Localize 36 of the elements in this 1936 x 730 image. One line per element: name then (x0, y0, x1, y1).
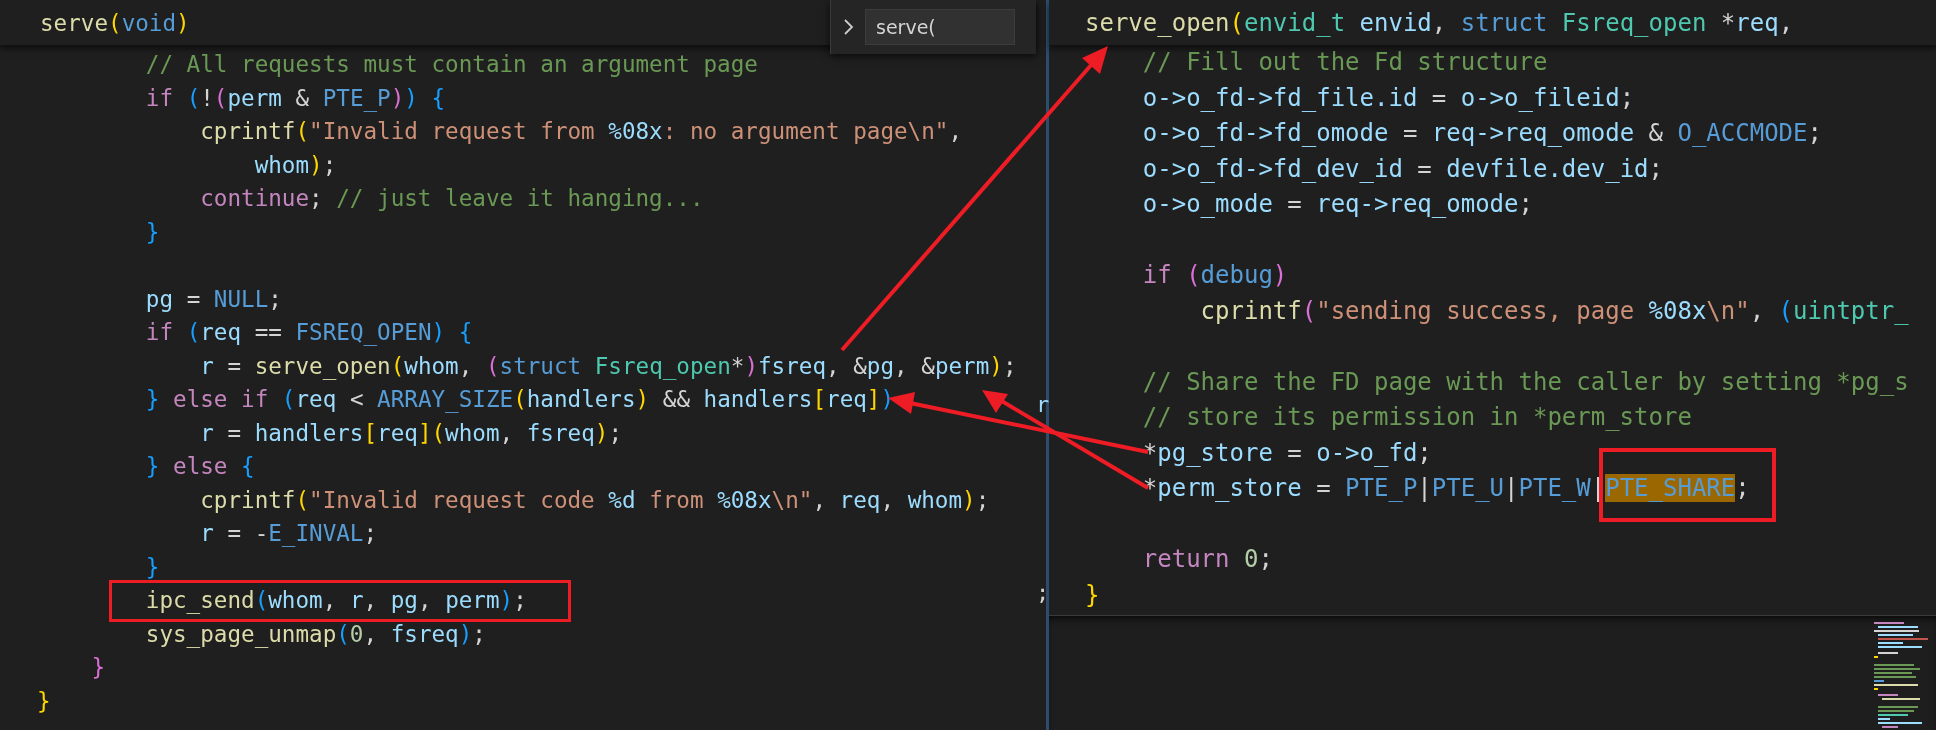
code-line: } (37, 686, 51, 716)
code-line: if (debug) (1142, 260, 1288, 291)
code-line: } (91, 653, 105, 682)
code-line: ipc_send(whom, r, pg, perm); (145, 586, 528, 616)
code-line: // Share the FD page with the caller by setting *pg_s (1142, 366, 1909, 398)
code-line: r = serve_open(whom, (struct Fsreq_open*)fsreq, &pg, &perm); (200, 351, 1017, 382)
code-line: // Fill out the Fd structure (1142, 47, 1548, 78)
code-line: serve_open(envid_t envid, struct Fsreq_open *req, (1085, 8, 1794, 37)
code-line: cprintf("sending success, page %08x\n", (uintptr_ (1200, 295, 1909, 327)
code-fragment: ; (1036, 580, 1050, 605)
code-line: if (!(perm & PTE_P)) { (145, 83, 446, 114)
code-line: o->o_fd->fd_dev_id = devfile.dev_id; (1142, 153, 1663, 185)
code-line: serve(void) (40, 9, 190, 36)
code-line: } else { (145, 452, 255, 481)
code-fragment: r (1036, 392, 1050, 417)
code-line: cprintf("Invalid request from %08x: no argument page\n", (200, 117, 962, 146)
code-line: } else if (req < ARRAY_SIZE(handlers) && handlers[req]) (145, 385, 895, 415)
code-line: r = -E_INVAL; (200, 519, 378, 549)
code-line: return 0; (1142, 544, 1273, 575)
code-line: o->o_mode = req->req_omode; (1142, 189, 1533, 220)
code-line: if (req == FSREQ_OPEN) { (145, 318, 473, 348)
code-line: pg = NULL; (145, 284, 282, 314)
code-line: o->o_fd->fd_omode = req->req_omode & O_ACCMODE; (1142, 118, 1822, 149)
code-line: r = handlers[req](whom, fsreq); (200, 418, 622, 448)
code-line: } (1085, 579, 1100, 611)
find-input[interactable]: serve( (865, 9, 1015, 45)
code-line: } (145, 217, 160, 247)
code-line: o->o_fd->fd_file.id = o->o_fileid; (1142, 82, 1635, 114)
code-line: // store its permission in *perm_store (1142, 402, 1692, 433)
code-line: } (145, 552, 160, 582)
code-line: cprintf("Invalid request code %d from %08x\n", req, whom); (200, 485, 990, 515)
code-line: continue; // just leave it hanging... (200, 184, 704, 213)
chevron-icon[interactable] (843, 17, 855, 37)
code-line: whom); (254, 150, 337, 180)
code-line: // All requests must contain an argument page (145, 50, 758, 79)
code-line: sys_page_unmap(0, fsreq); (145, 619, 486, 650)
